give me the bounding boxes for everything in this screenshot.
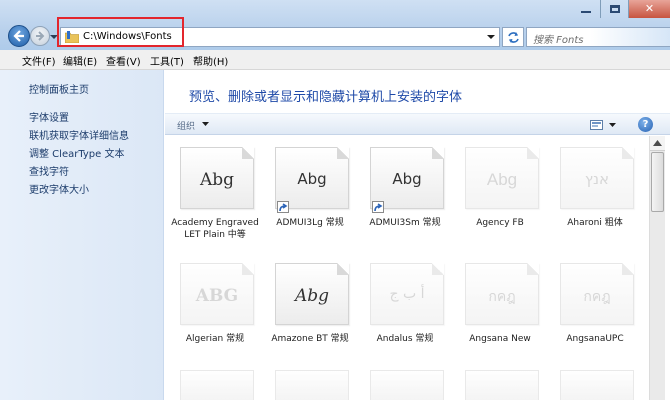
scroll-up-button[interactable] [650,136,665,151]
font-tile[interactable]: Abg Amazone BT 常规 [263,263,357,373]
shortcut-arrow-icon [372,201,384,213]
font-settings-link[interactable]: 字体设置 [29,109,69,124]
font-tile[interactable]: أ ب ج Andalus 常规 [358,263,452,373]
font-preview: Abg [180,147,254,209]
menu-file[interactable]: 文件(F) [22,53,56,68]
organize-button[interactable]: 组织 [177,119,195,132]
online-font-info-link[interactable]: 联机获取字体详细信息 [29,127,129,142]
font-tile[interactable]: אנץ Aharoni 粗体 [548,147,642,257]
back-button[interactable] [8,25,30,47]
refresh-button[interactable] [502,27,524,47]
organize-dropdown-icon[interactable] [202,122,209,127]
font-name: Academy Engraved LET Plain 中等 [171,218,259,240]
control-panel-home-link[interactable]: 控制面板主页 [29,81,89,96]
font-preview: กคฎ [465,263,539,325]
font-tile[interactable]: Abg Academy Engraved LET Plain 中等 [168,147,262,257]
search-input[interactable]: 搜索 Fonts [533,31,584,46]
vertical-scrollbar[interactable] [649,136,665,400]
font-tile-partial[interactable] [370,370,444,400]
font-name: Agency FB [476,218,524,228]
menu-view[interactable]: 查看(V) [106,53,141,68]
font-tile[interactable]: Abg Agency FB [453,147,547,257]
menu-tools[interactable]: 工具(T) [150,53,184,68]
arrow-left-icon [13,30,24,42]
address-dropdown-icon[interactable] [487,33,495,41]
font-tile-partial[interactable] [275,370,349,400]
adjust-cleartype-link[interactable]: 调整 ClearType 文本 [29,145,124,160]
minimize-button[interactable] [572,0,600,18]
minimize-icon [581,11,591,13]
shortcut-arrow-icon [277,201,289,213]
font-preview: Abg [370,147,444,209]
font-name: ADMUI3Sm 常规 [369,218,441,228]
scroll-thumb[interactable] [651,152,664,212]
font-tile-partial[interactable] [465,370,539,400]
close-icon: ✕ [644,1,655,15]
menu-edit[interactable]: 编辑(E) [63,53,97,68]
maximize-button[interactable] [600,0,628,18]
font-preview: אנץ [560,147,634,209]
close-button[interactable]: ✕ [628,0,670,18]
font-tile[interactable]: กคฎ AngsanaUPC [548,263,642,373]
help-icon[interactable]: ? [638,117,653,132]
address-highlight-box [57,17,184,47]
font-name: Andalus 常规 [376,334,434,344]
font-name: Angsana New [469,334,531,344]
font-preview: أ ب ج [370,263,444,325]
refresh-icon [508,32,519,43]
font-tile-partial[interactable] [560,370,634,400]
page-title: 预览、删除或者显示和隐藏计算机上安装的字体 [189,90,463,105]
change-view-icon[interactable] [590,120,603,130]
font-name: Algerian 常规 [185,334,245,344]
forward-button[interactable] [30,26,50,46]
font-name: Amazone BT 常规 [271,334,349,344]
arrow-right-icon [36,31,45,41]
font-preview: ABG [180,263,254,325]
view-dropdown-icon[interactable] [609,123,616,128]
font-preview: Abg [275,147,349,209]
font-preview: กคฎ [560,263,634,325]
font-name: Aharoni 粗体 [567,218,623,228]
font-tile[interactable]: ABG Algerian 常规 [168,263,262,373]
font-name: AngsanaUPC [566,334,624,344]
font-preview: Abg [275,263,349,325]
font-tile[interactable]: Abg ADMUI3Lg 常规 [263,147,357,257]
change-font-size-link[interactable]: 更改字体大小 [29,181,89,196]
command-bar: 组织 ? [165,113,670,135]
search-glow [590,28,670,46]
font-preview: Abg [465,147,539,209]
maximize-icon [610,5,620,13]
font-tile[interactable]: Abg ADMUI3Sm 常规 [358,147,452,257]
navigation-pane: 控制面板主页 字体设置 联机获取字体详细信息 调整 ClearType 文本 查… [0,70,164,400]
menu-bar: 文件(F) 编辑(E) 查看(V) 工具(T) 帮助(H) [0,50,670,70]
find-character-link[interactable]: 查找字符 [29,163,69,178]
title-bar: ✕ C:\Windows\Fonts 搜索 Fonts [0,0,670,50]
font-name: ADMUI3Lg 常规 [276,218,344,228]
font-tile[interactable]: กคฎ Angsana New [453,263,547,373]
font-tile-partial[interactable] [180,370,254,400]
arrow-up-icon [653,140,662,146]
menu-help[interactable]: 帮助(H) [193,53,228,68]
